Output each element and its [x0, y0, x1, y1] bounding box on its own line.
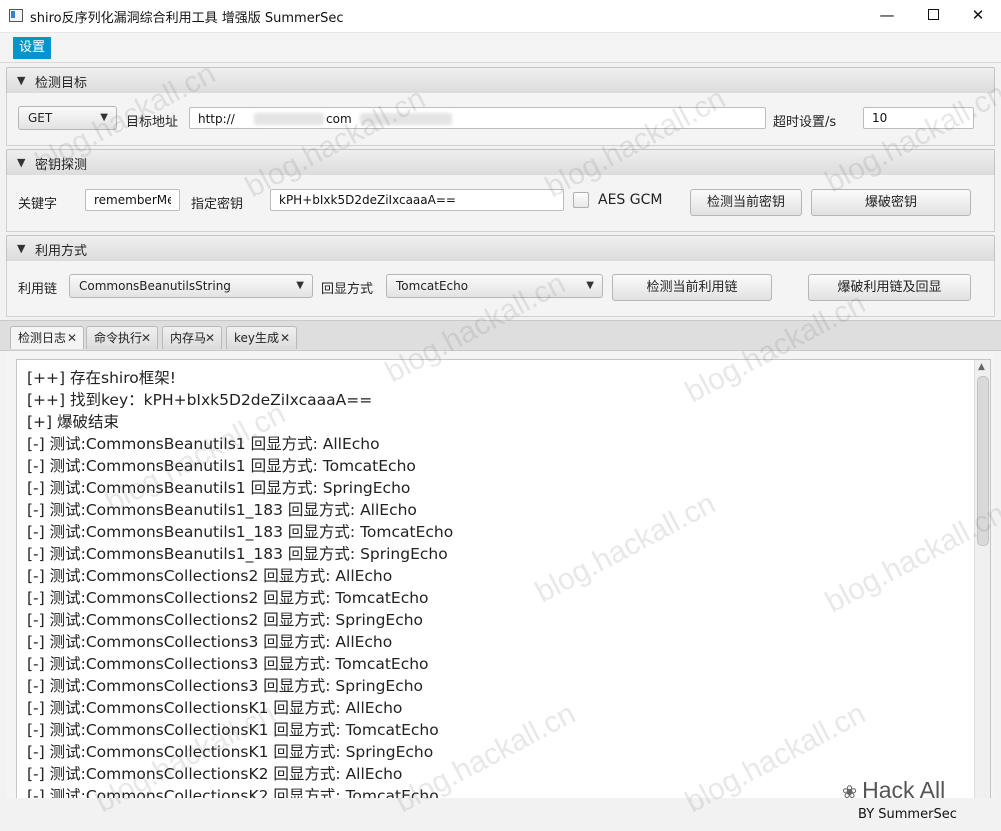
tab-command[interactable]: 命令执行 ✕	[86, 326, 158, 349]
redacted-blur	[254, 113, 324, 125]
key-section-body: 关键字 指定密钥 AES GCM 检测当前密钥 爆破密钥	[6, 175, 995, 232]
log-line: [-] 测试:CommonsBeanutils1_183 回显方式: Sprin…	[27, 545, 448, 563]
window-title: shiro反序列化漏洞综合利用工具 增强版 SummerSec	[30, 11, 344, 26]
chevron-down-icon: ▼	[296, 280, 304, 291]
log-line: [-] 测试:CommonsCollectionsK2 回显方式: AllEch…	[27, 765, 403, 783]
key-section-title: 密钥探测	[35, 158, 88, 173]
log-line: [++] 存在shiro框架!	[27, 369, 176, 387]
log-line: [-] 测试:CommonsCollectionsK1 回显方式: Tomcat…	[27, 721, 439, 739]
scroll-thumb[interactable]	[977, 376, 989, 546]
chain-select[interactable]: CommonsBeanutilsString ▼	[69, 274, 313, 298]
aes-gcm-label: AES GCM	[598, 192, 663, 208]
close-icon[interactable]: ✕	[67, 327, 77, 349]
collapse-triangle-icon: ▼	[17, 74, 26, 87]
maximize-icon	[927, 9, 939, 20]
wechat-icon: ❀	[842, 782, 858, 802]
echo-select[interactable]: TomcatEcho ▼	[386, 274, 603, 298]
echo-select-value: TomcatEcho	[396, 279, 469, 293]
specified-key-input[interactable]	[270, 189, 564, 211]
echo-label: 回显方式	[321, 282, 374, 297]
keyword-input[interactable]	[85, 189, 180, 211]
maximize-button[interactable]	[910, 0, 956, 32]
log-line: [-] 测试:CommonsCollections2 回显方式: AllEcho	[27, 567, 393, 585]
chain-label: 利用链	[18, 282, 58, 297]
close-icon[interactable]: ✕	[280, 327, 290, 349]
chain-select-value: CommonsBeanutilsString	[79, 279, 231, 293]
url-field-tail: com	[326, 112, 352, 126]
redacted-blur	[360, 113, 452, 125]
target-section-body: GET ▼ 目标地址 http:// com 超时设置/s	[6, 93, 995, 146]
collapse-triangle-icon: ▼	[17, 242, 26, 255]
log-line: [-] 测试:CommonsBeanutils1 回显方式: TomcatEch…	[27, 457, 416, 475]
author-credit: BY SummerSec	[858, 807, 957, 822]
tab-command-label: 命令执行	[94, 331, 143, 345]
target-section-header[interactable]: ▼ 检测目标	[6, 67, 995, 94]
url-field-value: http://	[198, 112, 235, 126]
menu-bar: 设置	[0, 33, 1001, 63]
timeout-label: 超时设置/s	[773, 115, 837, 130]
tab-strip: 检测日志 ✕ 命令执行 ✕ 内存马 ✕ key生成 ✕	[0, 320, 1001, 351]
log-line: [++] 找到key：kPH+bIxk5D2deZiIxcaaaA==	[27, 391, 373, 409]
tab-keygen-label: key生成	[234, 331, 280, 345]
bruteforce-key-button[interactable]: 爆破密钥	[811, 189, 971, 216]
app-icon	[9, 9, 23, 22]
log-line: [-] 测试:CommonsCollectionsK1 回显方式: AllEch…	[27, 699, 403, 717]
log-content-area: [++] 存在shiro框架! [++] 找到key：kPH+bIxk5D2de…	[6, 351, 995, 798]
detect-chain-button[interactable]: 检测当前利用链	[612, 274, 772, 301]
log-line: [-] 测试:CommonsBeanutils1 回显方式: SpringEch…	[27, 479, 411, 497]
log-line: [-] 测试:CommonsCollections2 回显方式: TomcatE…	[27, 589, 429, 607]
specified-key-label: 指定密钥	[191, 197, 244, 212]
exploit-section-body: 利用链 CommonsBeanutilsString ▼ 回显方式 Tomcat…	[6, 261, 995, 317]
exploit-section-header[interactable]: ▼ 利用方式	[6, 235, 995, 262]
log-line: [+] 爆破结束	[27, 413, 120, 431]
log-scrollbar[interactable]: ▲	[974, 360, 990, 798]
scroll-up-icon[interactable]: ▲	[978, 362, 985, 372]
minimize-button[interactable]: —	[864, 0, 910, 32]
log-line: [-] 测试:CommonsCollections3 回显方式: TomcatE…	[27, 655, 429, 673]
timeout-input[interactable]	[863, 107, 974, 129]
tab-memshell-label: 内存马	[170, 331, 207, 345]
collapse-triangle-icon: ▼	[17, 156, 26, 169]
aes-gcm-checkbox[interactable]	[573, 192, 589, 208]
close-button[interactable]: ✕	[955, 0, 1001, 32]
chevron-down-icon: ▼	[586, 280, 594, 291]
method-select[interactable]: GET ▼	[18, 106, 117, 130]
log-line: [-] 测试:CommonsCollectionsK2 回显方式: Tomcat…	[27, 787, 439, 798]
log-line: [-] 测试:CommonsCollections3 回显方式: SpringE…	[27, 677, 424, 695]
url-label: 目标地址	[126, 115, 179, 130]
close-icon[interactable]: ✕	[141, 327, 151, 349]
chevron-down-icon: ▼	[100, 112, 108, 123]
brand-watermark: ❀ Hack All	[842, 777, 945, 804]
keyword-label: 关键字	[18, 197, 58, 212]
log-line: [-] 测试:CommonsBeanutils1_183 回显方式: AllEc…	[27, 501, 417, 519]
method-select-value: GET	[28, 111, 53, 125]
detect-key-button[interactable]: 检测当前密钥	[690, 189, 802, 216]
close-icon[interactable]: ✕	[205, 327, 215, 349]
log-line: [-] 测试:CommonsCollections3 回显方式: AllEcho	[27, 633, 393, 651]
tab-log-label: 检测日志	[18, 331, 67, 345]
tab-memshell[interactable]: 内存马 ✕	[162, 326, 222, 349]
tab-log[interactable]: 检测日志 ✕	[10, 326, 84, 349]
key-section-header[interactable]: ▼ 密钥探测	[6, 149, 995, 176]
log-line: [-] 测试:CommonsCollectionsK1 回显方式: Spring…	[27, 743, 434, 761]
target-section-title: 检测目标	[35, 76, 88, 91]
tab-keygen[interactable]: key生成 ✕	[226, 326, 297, 349]
log-textarea[interactable]: [++] 存在shiro框架! [++] 找到key：kPH+bIxk5D2de…	[16, 359, 991, 798]
exploit-section-title: 利用方式	[35, 244, 88, 259]
log-line: [-] 测试:CommonsBeanutils1 回显方式: AllEcho	[27, 435, 380, 453]
bruteforce-chain-button[interactable]: 爆破利用链及回显	[808, 274, 971, 301]
menu-settings[interactable]: 设置	[13, 37, 52, 59]
log-line: [-] 测试:CommonsBeanutils1_183 回显方式: Tomca…	[27, 523, 454, 541]
url-field[interactable]: http:// com	[189, 107, 766, 129]
brand-text: Hack All	[862, 777, 946, 803]
log-line: [-] 测试:CommonsCollections2 回显方式: SpringE…	[27, 611, 424, 629]
title-bar: shiro反序列化漏洞综合利用工具 增强版 SummerSec — ✕	[0, 0, 1001, 33]
